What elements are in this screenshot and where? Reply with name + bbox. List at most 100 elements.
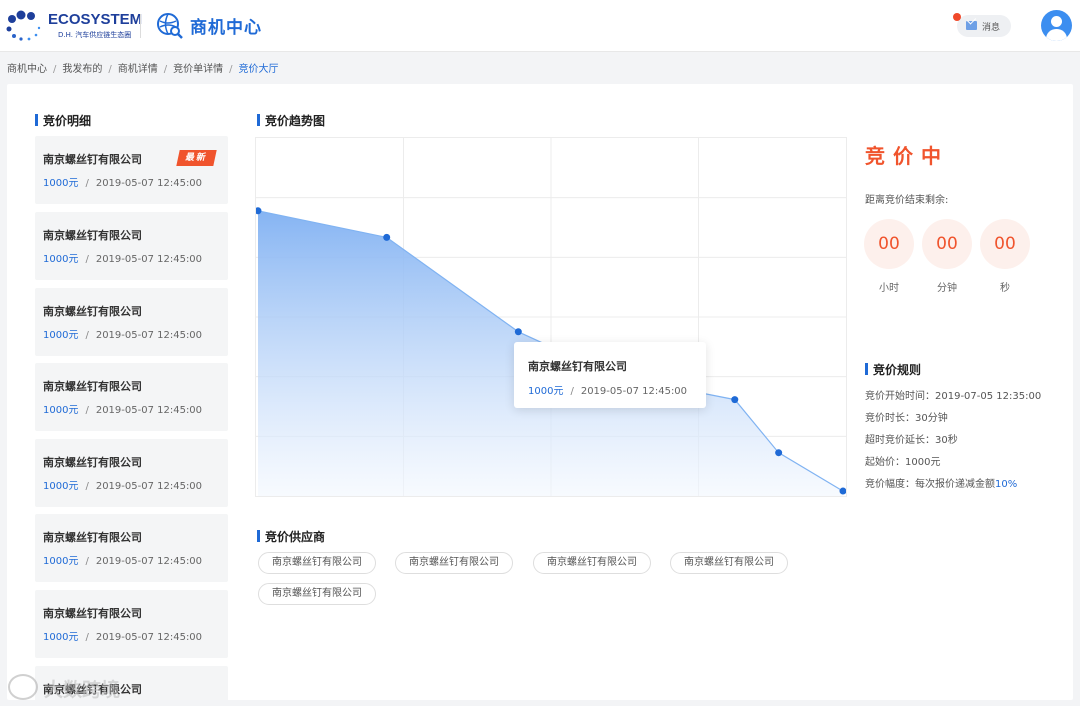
bid-time: 2019-05-07 12:45:00	[95, 632, 203, 643]
bid-price: 1000元	[43, 254, 79, 265]
remaining-time-label: 距离竞价结束剩余:	[865, 195, 949, 206]
tooltip-info: 1000元 / 2019-05-07 12:45:00	[528, 382, 687, 397]
breadcrumb-separator: /	[108, 64, 112, 75]
rule-step-value: 10%	[995, 479, 1018, 490]
bid-separator: /	[85, 481, 89, 492]
logo-dots-icon	[6, 10, 41, 41]
globe-search-icon	[157, 13, 183, 39]
bid-company: 南京螺丝钉有限公司	[43, 607, 142, 620]
latest-badge: 最新	[176, 150, 217, 166]
breadcrumb-current: 竞价大厅	[238, 64, 279, 75]
seconds-label: 秒	[1000, 283, 1010, 294]
rules-title: 竞价规则	[865, 361, 921, 378]
bid-info: 1000元 / 2019-05-07 12:45:00	[43, 250, 202, 265]
trend-chart-svg	[256, 138, 846, 496]
supplier-tag[interactable]: 南京螺丝钉有限公司	[258, 552, 376, 574]
bid-price: 1000元	[43, 556, 79, 567]
data-point[interactable]	[514, 328, 522, 336]
trend-chart	[255, 137, 847, 497]
bid-company: 南京螺丝钉有限公司	[43, 153, 142, 166]
notification-dot	[953, 13, 961, 21]
supplier-tag[interactable]: 南京螺丝钉有限公司	[395, 552, 513, 574]
bid-separator: /	[85, 254, 89, 265]
tooltip-time: 2019-05-07 12:45:00	[580, 386, 688, 397]
bid-separator: /	[85, 178, 89, 189]
trend-chart-title: 竞价趋势图	[257, 112, 325, 129]
auction-status: 竞价中	[865, 144, 949, 168]
bid-time: 2019-05-07 12:45:00	[95, 556, 203, 567]
bid-company: 南京螺丝钉有限公司	[43, 531, 142, 544]
data-point[interactable]	[775, 449, 783, 457]
bid-info: 1000元 / 2019-05-07 12:45:00	[43, 326, 202, 341]
rule-duration: 竞价时长：30分钟	[865, 413, 948, 424]
bid-item[interactable]: 南京螺丝钉有限公司 1000元 / 2019-05-07 12:45:00	[35, 212, 228, 280]
bid-info: 1000元 / 2019-05-07 12:45:00	[43, 401, 202, 416]
rule-step-prefix: 竞价幅度：每次报价递减金额	[865, 479, 995, 490]
bid-separator: /	[85, 330, 89, 341]
supplier-tag[interactable]: 南京螺丝钉有限公司	[533, 552, 651, 574]
breadcrumb-item[interactable]: 我发布的	[62, 64, 102, 75]
avatar-body	[1046, 29, 1067, 41]
breadcrumb-separator: /	[229, 64, 233, 75]
watermark-text: 大数跨境	[44, 679, 121, 701]
message-button[interactable]: 消息	[957, 15, 1011, 37]
tooltip-price: 1000元	[528, 386, 564, 397]
countdown-minutes: 00	[922, 219, 972, 269]
hours-label: 小时	[879, 283, 899, 294]
breadcrumb-item[interactable]: 商机中心	[7, 64, 47, 75]
bid-info: 1000元 / 2019-05-07 12:45:00	[43, 174, 202, 189]
bid-separator: /	[85, 405, 89, 416]
tooltip-company: 南京螺丝钉有限公司	[528, 360, 627, 373]
bid-info: 1000元 / 2019-05-07 12:45:00	[43, 477, 202, 492]
top-header: ECOSYSTEM D.H. 汽车供应链生态圈 商机中心 消息	[0, 0, 1080, 52]
supplier-tag[interactable]: 南京螺丝钉有限公司	[670, 552, 788, 574]
rule-extend: 超时竞价延长：30秒	[865, 435, 958, 446]
rule-start-time: 竞价开始时间：2019-07-05 12:35:00	[865, 391, 1042, 402]
bid-detail-title: 竞价明细	[35, 112, 91, 129]
bid-item[interactable]: 南京螺丝钉有限公司 1000元 / 2019-05-07 12:45:00	[35, 590, 228, 658]
avatar-head	[1051, 16, 1062, 27]
bid-company: 南京螺丝钉有限公司	[43, 456, 142, 469]
logo-subtitle: D.H. 汽车供应链生态圈	[58, 31, 132, 39]
countdown-hours: 00	[864, 219, 914, 269]
bid-time: 2019-05-07 12:45:00	[95, 330, 203, 341]
bid-company: 南京螺丝钉有限公司	[43, 305, 142, 318]
bid-time: 2019-05-07 12:45:00	[95, 481, 203, 492]
bid-price: 1000元	[43, 178, 79, 189]
bid-price: 1000元	[43, 481, 79, 492]
envelope-icon	[966, 21, 977, 30]
minutes-label: 分钟	[937, 283, 957, 294]
bid-time: 2019-05-07 12:45:00	[95, 254, 203, 265]
bid-info: 1000元 / 2019-05-07 12:45:00	[43, 552, 202, 567]
data-point[interactable]	[731, 396, 739, 404]
breadcrumb-separator: /	[163, 64, 168, 75]
countdown-seconds: 00	[980, 219, 1030, 269]
data-point[interactable]	[383, 233, 391, 241]
biz-center-title[interactable]: 商机中心	[190, 13, 262, 38]
bid-item[interactable]: 南京螺丝钉有限公司 1000元 / 2019-05-07 12:45:00	[35, 363, 228, 431]
supplier-tag[interactable]: 南京螺丝钉有限公司	[258, 583, 376, 605]
bid-company: 南京螺丝钉有限公司	[43, 380, 142, 393]
bid-time: 2019-05-07 12:45:00	[95, 405, 203, 416]
message-label: 消息	[982, 23, 1001, 33]
bid-price: 1000元	[43, 405, 79, 416]
auction-hall-card: 竞价明细 南京螺丝钉有限公司 最新 1000元 / 2019-05-07 12:45…	[7, 84, 1073, 700]
bid-item[interactable]: 南京螺丝钉有限公司 1000元 / 2019-05-07 12:45:00	[35, 439, 228, 507]
breadcrumb-item[interactable]: 商机详情	[118, 64, 158, 75]
ecosystem-logo[interactable]: ECOSYSTEM D.H. 汽车供应链生态圈	[6, 8, 142, 44]
breadcrumb: 商机中心 / 我发布的 / 商机详情 / 竞价单详情 / 竞价大厅	[7, 60, 279, 75]
breadcrumb-item[interactable]: 竞价单详情	[173, 64, 223, 75]
bid-item[interactable]: 南京螺丝钉有限公司 1000元 / 2019-05-07 12:45:00	[35, 514, 228, 582]
bid-item[interactable]: 南京螺丝钉有限公司 1000元 / 2019-05-07 12:45:00	[35, 288, 228, 356]
logo-title: ECOSYSTEM	[48, 11, 143, 28]
bid-separator: /	[85, 556, 89, 567]
rule-step: 竞价幅度：每次报价递减金额10%	[865, 475, 1017, 490]
bid-price: 1000元	[43, 330, 79, 341]
bid-info: 1000元 / 2019-05-07 12:45:00	[43, 628, 202, 643]
breadcrumb-separator: /	[53, 64, 57, 75]
bid-item[interactable]: 南京螺丝钉有限公司 最新 1000元 / 2019-05-07 12:45:00	[35, 136, 228, 204]
rule-start-price: 起始价：1000元	[865, 457, 941, 468]
user-avatar[interactable]	[1041, 10, 1072, 41]
bid-company: 南京螺丝钉有限公司	[43, 229, 142, 242]
watermark-logo-icon	[8, 674, 38, 700]
